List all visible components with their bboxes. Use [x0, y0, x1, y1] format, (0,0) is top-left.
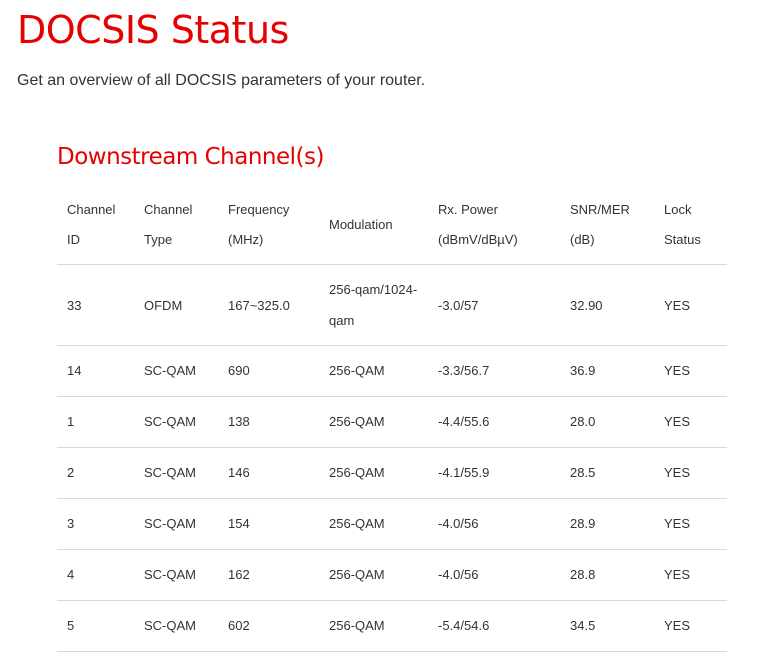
cell-modulation: 256-QAM [319, 498, 428, 550]
cell-snr-mer: 34.5 [560, 600, 654, 652]
cell-rx-power: -3.0/57 [428, 264, 560, 346]
cell-channel-id: 4 [57, 549, 134, 601]
cell-modulation: 256-QAM [319, 396, 428, 448]
cell-rx-power: -4.0/56 [428, 498, 560, 550]
cell-channel-id: 2 [57, 447, 134, 499]
cell-channel-type: SC-QAM [134, 447, 218, 499]
cell-lock-status: YES [654, 498, 727, 550]
cell-modulation: 256-QAM [319, 345, 428, 397]
column-header-channel-type: Channel Type [134, 185, 218, 265]
cell-channel-type: SC-QAM [134, 345, 218, 397]
cell-modulation: 256-QAM [319, 549, 428, 601]
column-header-line: Rx. Power [438, 201, 498, 217]
cell-lock-status: YES [654, 396, 727, 448]
downstream-title: Downstream Channel(s) [57, 144, 324, 170]
column-header-line: ID [67, 231, 80, 247]
cell-lock-status: YES [654, 264, 727, 346]
cell-channel-id: 14 [57, 345, 134, 397]
column-header-lock-status: Lock Status [654, 185, 727, 265]
cell-lock-status: YES [654, 549, 727, 601]
cell-frequency: 167~325.0 [218, 264, 319, 346]
cell-snr-mer: 32.90 [560, 264, 654, 346]
page-subtitle: Get an overview of all DOCSIS parameters… [17, 72, 426, 89]
table-row: 1 SC-QAM 138 256-QAM -4.4/55.6 28.0 YES [57, 396, 727, 448]
cell-channel-type: OFDM [134, 264, 218, 346]
column-header-line: Lock [664, 201, 692, 217]
cell-rx-power: -4.1/55.9 [428, 447, 560, 499]
table-row: 14 SC-QAM 690 256-QAM -3.3/56.7 36.9 YES [57, 345, 727, 397]
table-header-row: Channel ID Channel Type Frequency (MHz) Mod… [57, 185, 727, 265]
table-row: 4 SC-QAM 162 256-QAM -4.0/56 28.8 YES [57, 549, 727, 601]
cell-channel-id: 5 [57, 600, 134, 652]
column-header-modulation: Modulation [319, 185, 428, 265]
downstream-table: Channel ID Channel Type Frequency (MHz) Mod… [57, 185, 727, 652]
cell-rx-power: -5.4/54.6 [428, 600, 560, 652]
column-header-line: (dBmV/dBµV) [438, 231, 518, 247]
column-header-line: (dB) [570, 231, 595, 247]
cell-channel-type: SC-QAM [134, 396, 218, 448]
cell-frequency: 138 [218, 396, 319, 448]
cell-modulation: 256-QAM [319, 600, 428, 652]
column-header-line: Channel [67, 201, 116, 217]
cell-frequency: 146 [218, 447, 319, 499]
cell-modulation: 256-qam/1024-qam [319, 264, 428, 346]
cell-snr-mer: 36.9 [560, 345, 654, 397]
cell-snr-mer: 28.9 [560, 498, 654, 550]
cell-modulation: 256-QAM [319, 447, 428, 499]
cell-lock-status: YES [654, 600, 727, 652]
column-header-line: Status [664, 231, 701, 247]
cell-snr-mer: 28.8 [560, 549, 654, 601]
cell-channel-id: 1 [57, 396, 134, 448]
column-header-line: Frequency [228, 201, 290, 217]
column-header-rx-power: Rx. Power (dBmV/dBµV) [428, 185, 560, 265]
cell-lock-status: YES [654, 447, 727, 499]
column-header-frequency: Frequency (MHz) [218, 185, 319, 265]
cell-snr-mer: 28.0 [560, 396, 654, 448]
table-row: 5 SC-QAM 602 256-QAM -5.4/54.6 34.5 YES [57, 600, 727, 652]
column-header-snr-mer: SNR/MER (dB) [560, 185, 654, 265]
table-row: 2 SC-QAM 146 256-QAM -4.1/55.9 28.5 YES [57, 447, 727, 499]
cell-channel-id: 3 [57, 498, 134, 550]
cell-channel-type: SC-QAM [134, 498, 218, 550]
column-header-line: Channel [144, 201, 193, 217]
cell-frequency: 162 [218, 549, 319, 601]
column-header-line: Modulation [329, 216, 393, 232]
cell-rx-power: -3.3/56.7 [428, 345, 560, 397]
column-header-channel-id: Channel ID [57, 185, 134, 265]
cell-lock-status: YES [654, 345, 727, 397]
column-header-line: (MHz) [228, 231, 264, 247]
cell-channel-id: 33 [57, 264, 134, 346]
cell-frequency: 154 [218, 498, 319, 550]
cell-frequency: 690 [218, 345, 319, 397]
downstream-section: Downstream Channel(s) Channel ID Channel T… [57, 140, 727, 652]
column-header-line: SNR/MER [570, 201, 630, 217]
table-row: 33 OFDM 167~325.0 256-qam/1024-qam -3.0/… [57, 264, 727, 346]
cell-rx-power: -4.4/55.6 [428, 396, 560, 448]
cell-rx-power: -4.0/56 [428, 549, 560, 601]
cell-channel-type: SC-QAM [134, 600, 218, 652]
column-header-line: Type [144, 231, 173, 247]
cell-snr-mer: 28.5 [560, 447, 654, 499]
table-row: 3 SC-QAM 154 256-QAM -4.0/56 28.9 YES [57, 498, 727, 550]
cell-channel-type: SC-QAM [134, 549, 218, 601]
page-title: DOCSIS Status [17, 8, 289, 52]
cell-frequency: 602 [218, 600, 319, 652]
